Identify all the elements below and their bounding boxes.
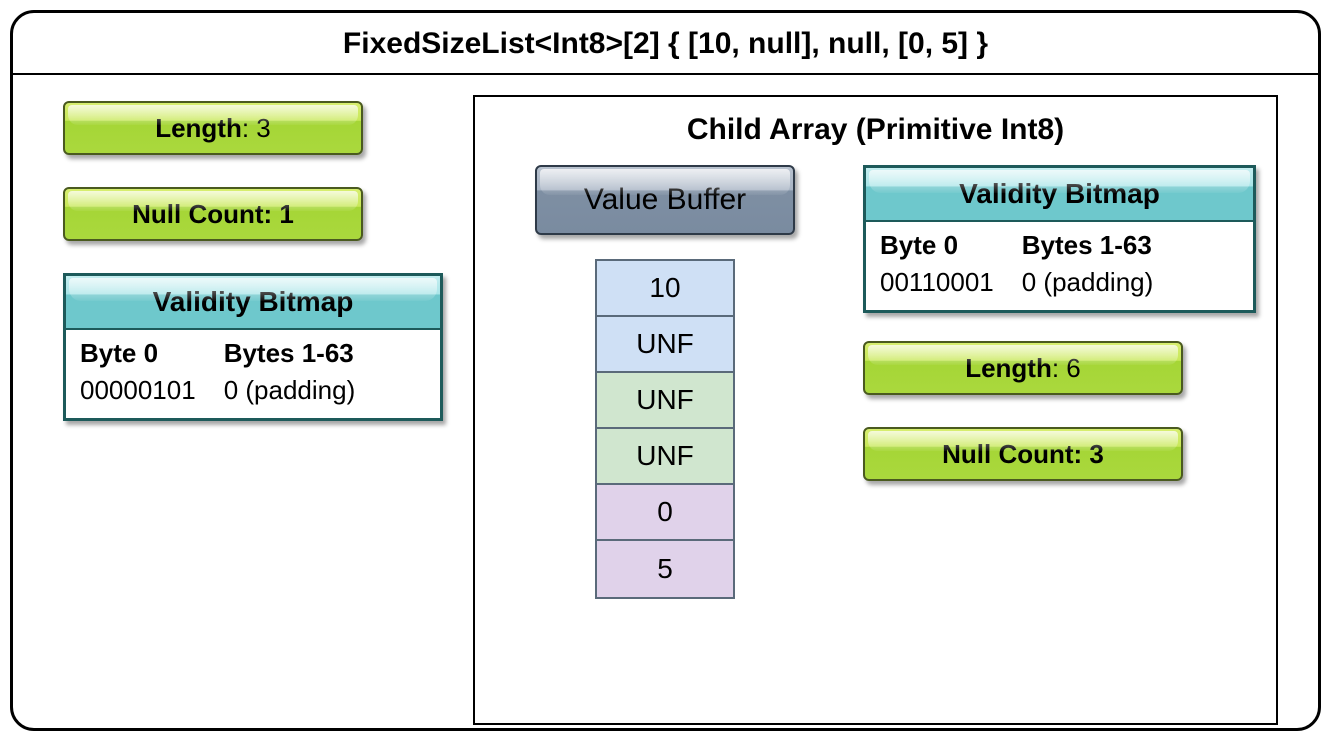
parent-validity-col1: Bytes 1-63 0 (padding): [224, 338, 356, 406]
child-meta-column: Validity Bitmap Byte 0 00110001 Bytes 1-…: [863, 165, 1256, 599]
parent-length-badge: Length: 3: [63, 101, 363, 155]
value-buffer-cell: UNF: [597, 373, 733, 429]
parent-validity-col0: Byte 0 00000101: [80, 338, 196, 406]
diagram-container: FixedSizeList<Int8>[2] { [10, null], nul…: [10, 10, 1321, 731]
child-validity-bitmap: Validity Bitmap Byte 0 00110001 Bytes 1-…: [863, 165, 1256, 313]
parent-nullcount-text: Null Count: 1: [132, 199, 294, 230]
diagram-content: Length: 3 Null Count: 1 Validity Bitmap …: [13, 75, 1318, 731]
parent-array-column: Length: 3 Null Count: 1 Validity Bitmap …: [63, 95, 443, 725]
child-length-value: : 6: [1052, 353, 1081, 383]
child-validity-col1-header: Bytes 1-63: [1022, 230, 1154, 261]
parent-validity-col1-header: Bytes 1-63: [224, 338, 356, 369]
value-buffer-cell: 10: [597, 261, 733, 317]
child-array-box: Child Array (Primitive Int8) Value Buffe…: [473, 95, 1278, 725]
value-buffer-label: Value Buffer: [584, 183, 746, 217]
value-buffer-cell: UNF: [597, 429, 733, 485]
child-validity-col0-value: 00110001: [880, 267, 994, 298]
child-validity-col0-header: Byte 0: [880, 230, 994, 261]
value-buffer-column: Value Buffer 10UNFUNFUNF05: [495, 165, 835, 599]
value-buffer-cell: UNF: [597, 317, 733, 373]
value-buffer-cell: 5: [597, 541, 733, 597]
parent-length-value: : 3: [242, 113, 271, 143]
parent-validity-col1-value: 0 (padding): [224, 375, 356, 406]
value-buffer-cells: 10UNFUNFUNF05: [595, 259, 735, 599]
child-length-label: Length: [965, 353, 1052, 383]
parent-length-label: Length: [155, 113, 242, 143]
parent-nullcount-badge: Null Count: 1: [63, 187, 363, 241]
child-validity-col1: Bytes 1-63 0 (padding): [1022, 230, 1154, 298]
child-validity-body: Byte 0 00110001 Bytes 1-63 0 (padding): [866, 222, 1253, 310]
value-buffer-cell: 0: [597, 485, 733, 541]
value-buffer-badge: Value Buffer: [535, 165, 795, 235]
parent-validity-bitmap: Validity Bitmap Byte 0 00000101 Bytes 1-…: [63, 273, 443, 421]
parent-validity-col0-header: Byte 0: [80, 338, 196, 369]
parent-validity-title: Validity Bitmap: [66, 276, 440, 330]
child-nullcount-badge: Null Count: 3: [863, 427, 1183, 481]
parent-validity-col0-value: 00000101: [80, 375, 196, 406]
child-nullcount-text: Null Count: 3: [942, 439, 1104, 470]
diagram-title: FixedSizeList<Int8>[2] { [10, null], nul…: [13, 13, 1318, 75]
child-array-row: Value Buffer 10UNFUNFUNF05 Validity Bitm…: [495, 165, 1256, 599]
child-validity-col1-value: 0 (padding): [1022, 267, 1154, 298]
parent-validity-body: Byte 0 00000101 Bytes 1-63 0 (padding): [66, 330, 440, 418]
child-validity-title: Validity Bitmap: [866, 168, 1253, 222]
child-length-badge: Length: 6: [863, 341, 1183, 395]
child-validity-col0: Byte 0 00110001: [880, 230, 994, 298]
child-array-title: Child Array (Primitive Int8): [495, 113, 1256, 147]
